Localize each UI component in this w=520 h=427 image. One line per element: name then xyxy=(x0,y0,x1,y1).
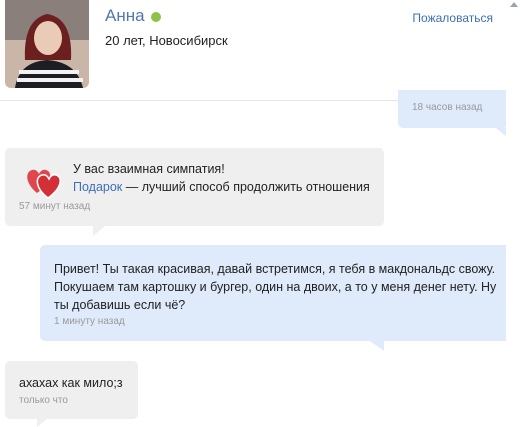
hearts-icon xyxy=(27,169,61,199)
message-outgoing: Привет! Ты такая красивая, давай встрети… xyxy=(40,245,511,351)
message-time: только что xyxy=(19,395,68,406)
sympathy-text: Подарок — лучший способ продолжить отнош… xyxy=(73,178,370,196)
profile-age-city: 20 лет, Новосибирск xyxy=(105,33,228,48)
sympathy-text-rest: — лучший способ продолжить отношения xyxy=(122,180,370,194)
scrollbar[interactable] xyxy=(506,0,520,425)
bubble-tail xyxy=(370,341,384,351)
message-outgoing: 18 часов назад xyxy=(398,90,508,138)
gift-link[interactable]: Подарок xyxy=(73,180,122,194)
profile-header: Анна 20 лет, Новосибирск Пожаловаться xyxy=(0,0,520,101)
message-text: ахахах как мило;з xyxy=(19,376,123,390)
message-sympathy: У вас взаимная симпатия! Подарок — лучши… xyxy=(5,148,384,236)
scroll-up-arrow-icon[interactable] xyxy=(510,2,518,7)
bubble-tail xyxy=(37,419,47,427)
report-link[interactable]: Пожаловаться xyxy=(412,11,493,25)
message-time: 57 минут назад xyxy=(19,201,91,212)
message-incoming: ахахах как мило;з только что xyxy=(5,361,138,427)
message-time: 1 минуту назад xyxy=(54,316,125,327)
message-time: 18 часов назад xyxy=(412,102,483,113)
online-status-icon xyxy=(151,12,161,22)
avatar[interactable] xyxy=(5,0,89,88)
sympathy-title: У вас взаимная симпатия! xyxy=(73,162,225,176)
message-text: Привет! Ты такая красивая, давай встрети… xyxy=(54,262,497,312)
bubble-tail xyxy=(93,226,105,236)
profile-name[interactable]: Анна xyxy=(105,6,145,26)
avatar-photo xyxy=(5,0,89,88)
